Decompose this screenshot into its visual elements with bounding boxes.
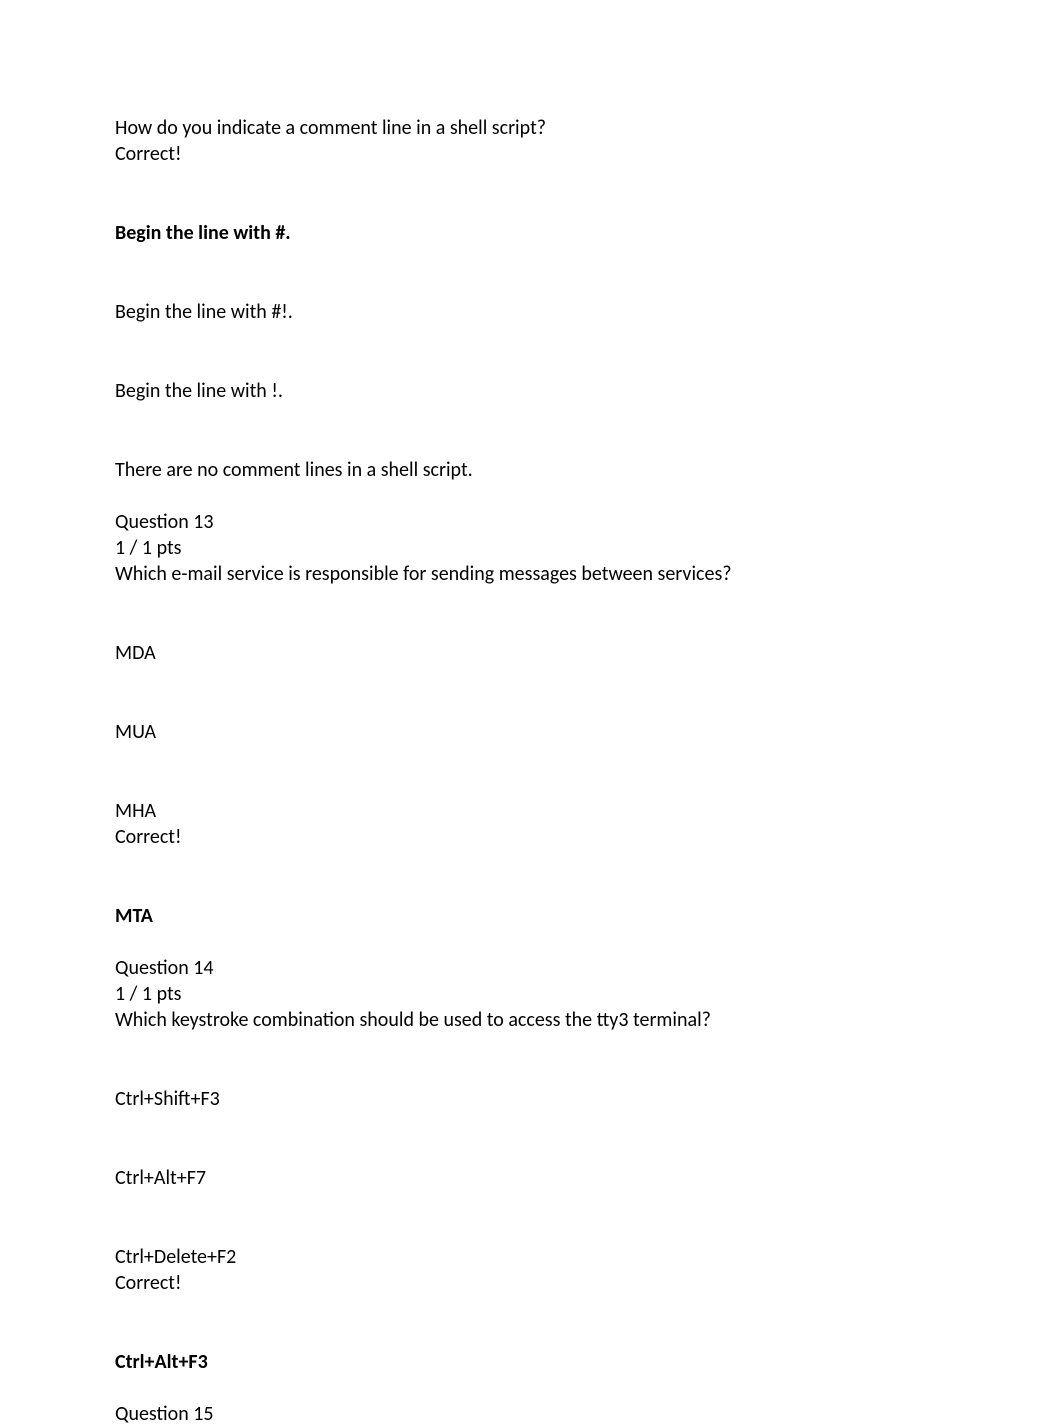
question-header: Question 13	[115, 509, 947, 535]
answer-option: Ctrl+Alt+F7	[115, 1165, 947, 1191]
answer-option: Ctrl+Shift+F3	[115, 1086, 947, 1112]
correct-label: Correct!	[115, 824, 947, 850]
answer-option: MHA	[115, 798, 947, 824]
answer-correct: Ctrl+Alt+F3	[115, 1349, 947, 1375]
question-header: Question 14	[115, 955, 947, 981]
answer-option: MDA	[115, 640, 947, 666]
answer-correct: MTA	[115, 903, 947, 929]
answer-option: Ctrl+Delete+F2	[115, 1244, 947, 1270]
correct-label: Correct!	[115, 1270, 947, 1296]
answer-option: There are no comment lines in a shell sc…	[115, 457, 947, 483]
question-points: 1 / 1 pts	[115, 981, 947, 1007]
answer-option: MUA	[115, 719, 947, 745]
question-prompt: Which keystroke combination should be us…	[115, 1007, 947, 1033]
question-points: 1 / 1 pts	[115, 535, 947, 561]
question-prompt: Which e-mail service is responsible for …	[115, 561, 947, 587]
question-prompt: How do you indicate a comment line in a …	[115, 115, 947, 141]
answer-option: Begin the line with #!.	[115, 299, 947, 325]
question-header: Question 15	[115, 1401, 947, 1427]
correct-label: Correct!	[115, 141, 947, 167]
answer-option: Begin the line with !.	[115, 378, 947, 404]
answer-correct: Begin the line with #.	[115, 220, 947, 246]
